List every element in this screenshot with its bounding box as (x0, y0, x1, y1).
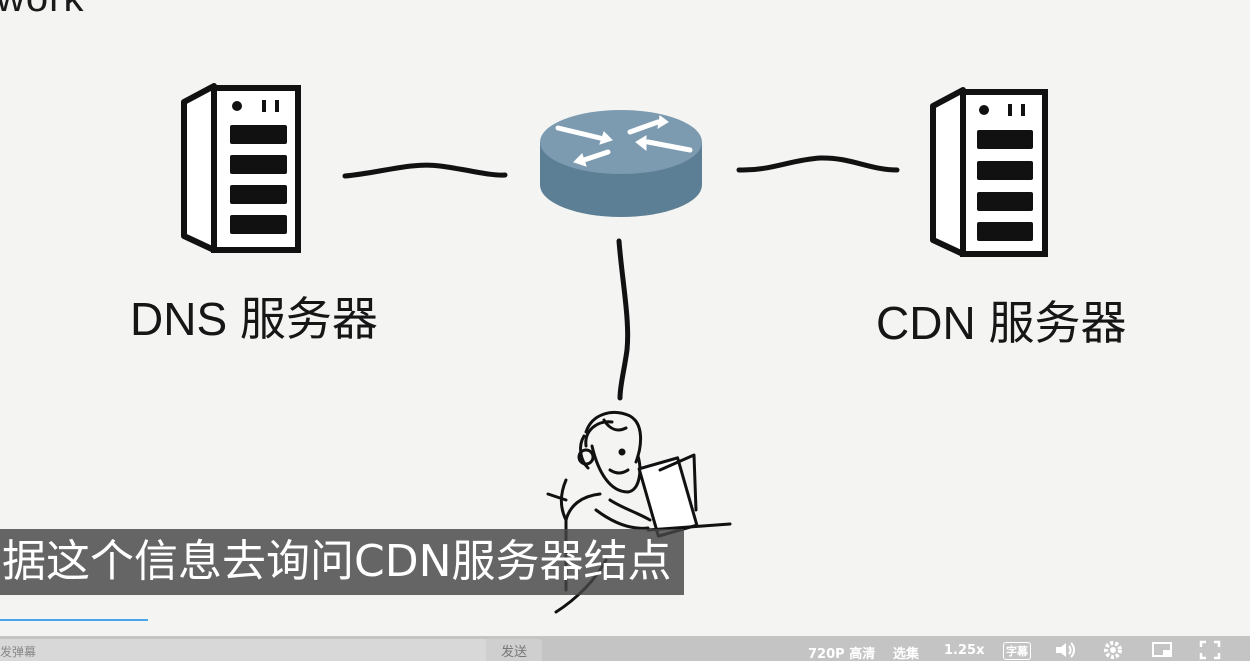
speed-selector[interactable]: 1.25x (944, 643, 984, 658)
video-subtitle: 据这个信息去询问CDN服务器结点 (0, 529, 684, 595)
dns-server-icon (181, 83, 301, 253)
fullscreen-icon[interactable] (1199, 640, 1221, 660)
volume-icon[interactable] (1054, 640, 1076, 660)
quality-selector[interactable]: 720P 高清 (808, 643, 875, 661)
send-danmu-button[interactable]: 发送 (486, 639, 542, 661)
cdn-server-label: CDN 服务器 (876, 297, 1127, 349)
danmu-input[interactable]: 发弹幕 (0, 639, 540, 661)
cdn-server-icon (930, 87, 1048, 257)
dns-server-label: DNS 服务器 (130, 293, 378, 345)
subtitle-toggle-button[interactable]: 字幕 (1003, 642, 1031, 660)
playback-progress-bar[interactable] (0, 619, 148, 621)
link-dns-router (342, 162, 508, 179)
danmu-placeholder: 发弹幕 (0, 645, 37, 659)
settings-icon[interactable] (1102, 640, 1124, 660)
picture-in-picture-icon[interactable] (1151, 640, 1173, 660)
episodes-button[interactable]: 选集 (893, 643, 919, 661)
video-player[interactable]: work (0, 0, 1250, 661)
link-router-user (616, 238, 631, 401)
link-router-cdn (736, 155, 900, 173)
router-icon (540, 110, 702, 217)
